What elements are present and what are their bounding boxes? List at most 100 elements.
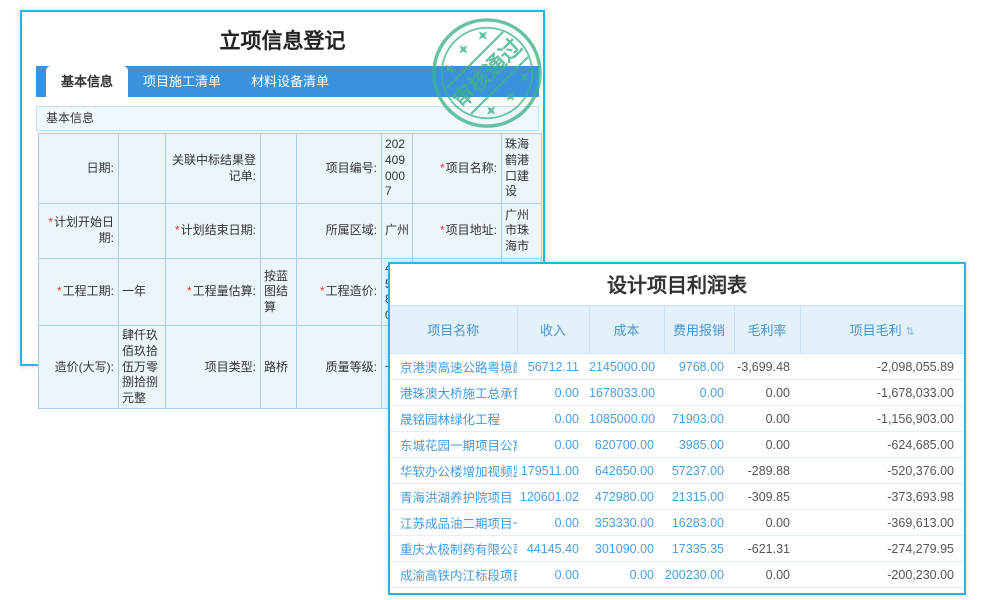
expense-cell: 9768.00 [664, 354, 734, 380]
project-name-link[interactable]: 京港澳高速公路粤境韶关至 [390, 354, 517, 380]
income-cell: 0.00 [517, 510, 589, 536]
field-label-project-name: *项目名称: [413, 134, 502, 204]
expense-cell: 21315.00 [664, 484, 734, 510]
table-row: 重庆太极制药有限公司亳州 44145.40 301090.00 17335.35… [390, 536, 964, 562]
col-header-label: 项目毛利 [850, 323, 902, 338]
sort-icon[interactable]: ⇅ [906, 326, 915, 338]
profit-cell: -2,098,055.89 [800, 354, 964, 380]
field-label-text: 质量等级: [326, 360, 377, 374]
table-row: 东城花园一期项目公寓大堂 0.00 620700.00 3985.00 0.00… [390, 432, 964, 458]
margin-cell: 0.00 [734, 562, 800, 588]
field-label-text: 工程造价: [326, 284, 377, 298]
margin-cell: -289.88 [734, 458, 800, 484]
section-header-basic-info: 基本信息 [36, 106, 539, 131]
field-label-region: 所属区域: [297, 204, 382, 259]
col-header-project-name: 项目名称 [390, 306, 517, 354]
required-mark: * [175, 223, 180, 237]
col-header-project-profit[interactable]: 项目毛利 ⇅ [800, 306, 964, 354]
field-label-project-address: *项目地址: [413, 204, 502, 259]
field-label-project-number: 项目编号: [297, 134, 382, 204]
project-name-link[interactable]: 港珠澳大桥施工总承包项目 [390, 380, 517, 406]
field-label-text: 造价(大写): [55, 360, 114, 374]
col-header-income: 收入 [517, 306, 589, 354]
col-header-margin: 毛利率 [734, 306, 800, 354]
profit-cell: -1,156,903.00 [800, 406, 964, 432]
project-name-link[interactable]: 江苏成品油二期项目一标段 [390, 510, 517, 536]
margin-cell: 0.00 [734, 380, 800, 406]
field-label-text: 项目地址: [446, 223, 497, 237]
cost-cell: 353330.00 [589, 510, 664, 536]
table-row: 江苏成品油二期项目一标段 0.00 353330.00 16283.00 0.0… [390, 510, 964, 536]
field-value-plan-start-date [119, 204, 166, 259]
tab-bar: 基本信息 项目施工清单 材料设备清单 [36, 66, 539, 97]
expense-cell: 0.00 [664, 380, 734, 406]
field-value-project-address: 广州市珠海市 [502, 204, 542, 259]
tab-construction-list[interactable]: 项目施工清单 [128, 66, 236, 97]
profit-cell: -369,613.00 [800, 510, 964, 536]
table-row: 港珠澳大桥施工总承包项目 0.00 1678033.00 0.00 0.00 -… [390, 380, 964, 406]
field-label-text: 日期: [87, 161, 114, 175]
field-label-text: 工程工期: [63, 284, 114, 298]
income-cell: 44145.40 [517, 536, 589, 562]
field-value-project-duration: 一年 [119, 259, 166, 326]
margin-cell: -621.31 [734, 536, 800, 562]
expense-cell: 57237.00 [664, 458, 734, 484]
col-header-expense: 费用报销 [664, 306, 734, 354]
field-label-project-duration: *工程工期: [39, 259, 119, 326]
project-name-link[interactable]: 东城花园一期项目公寓大堂 [390, 432, 517, 458]
required-mark: * [187, 284, 192, 298]
profit-cell: -373,693.98 [800, 484, 964, 510]
field-label-text: 计划结束日期: [181, 223, 256, 237]
tab-material-equipment-list[interactable]: 材料设备清单 [236, 66, 344, 97]
income-cell: 0.00 [517, 380, 589, 406]
field-value-cost-in-words: 肆仟玖佰玖拾伍万零捌拾捌元整 [119, 326, 166, 409]
project-name-link[interactable]: 晟铭园林绿化工程 [390, 406, 517, 432]
expense-cell: 16283.00 [664, 510, 734, 536]
table-row: 晟铭园林绿化工程 0.00 1085000.00 71903.00 0.00 -… [390, 406, 964, 432]
field-label-linked-bid: 关联中标结果登记单: [166, 134, 261, 204]
income-cell: 0.00 [517, 406, 589, 432]
income-cell: 56712.11 [517, 354, 589, 380]
project-name-link[interactable]: 成渝高铁内江标段项目 [390, 562, 517, 588]
profit-table-header: 项目名称 收入 成本 费用报销 毛利率 项目毛利 ⇅ [390, 306, 964, 354]
required-mark: * [57, 284, 62, 298]
profit-table: 项目名称 收入 成本 费用报销 毛利率 项目毛利 ⇅ 京港澳高速公路粤境韶关至 5… [390, 305, 964, 588]
expense-cell: 17335.35 [664, 536, 734, 562]
field-label-quality-grade: 质量等级: [297, 326, 382, 409]
field-label-plan-end-date: *计划结束日期: [166, 204, 261, 259]
desktop: 立项信息登记 基本信息 项目施工清单 材料设备清单 基本信息 日期: 关联中标结… [0, 0, 1000, 600]
registration-window-title: 立项信息登记 [22, 25, 543, 55]
profit-window-title: 设计项目利润表 [390, 264, 964, 305]
margin-cell: 0.00 [734, 406, 800, 432]
field-value-plan-end-date [261, 204, 297, 259]
table-row: 华软办公楼增加视频监控项 179511.00 642650.00 57237.0… [390, 458, 964, 484]
cost-cell: 472980.00 [589, 484, 664, 510]
field-value-project-name: 珠海鹤港口建设 [502, 134, 542, 204]
income-cell: 120601.02 [517, 484, 589, 510]
col-header-cost: 成本 [589, 306, 664, 354]
tab-basic-info[interactable]: 基本信息 [46, 66, 128, 97]
field-label-text: 计划开始日期: [54, 215, 114, 245]
cost-cell: 1678033.00 [589, 380, 664, 406]
project-name-link[interactable]: 青海洪湖养护院项目 [390, 484, 517, 510]
project-name-link[interactable]: 华软办公楼增加视频监控项 [390, 458, 517, 484]
required-mark: * [440, 161, 445, 175]
expense-cell: 3985.00 [664, 432, 734, 458]
profit-cell: -520,376.00 [800, 458, 964, 484]
required-mark: * [320, 284, 325, 298]
required-mark: * [48, 215, 53, 229]
field-label-project-type: 项目类型: [166, 326, 261, 409]
income-cell: 0.00 [517, 562, 589, 588]
expense-cell: 200230.00 [664, 562, 734, 588]
expense-cell: 71903.00 [664, 406, 734, 432]
project-name-link[interactable]: 重庆太极制药有限公司亳州 [390, 536, 517, 562]
field-label-text: 所属区域: [326, 223, 377, 237]
cost-cell: 301090.00 [589, 536, 664, 562]
income-cell: 179511.00 [517, 458, 589, 484]
cost-cell: 1085000.00 [589, 406, 664, 432]
margin-cell: -309.85 [734, 484, 800, 510]
field-label-text: 项目名称: [446, 161, 497, 175]
margin-cell: 0.00 [734, 510, 800, 536]
profit-cell: -274,279.95 [800, 536, 964, 562]
field-label-date: 日期: [39, 134, 119, 204]
